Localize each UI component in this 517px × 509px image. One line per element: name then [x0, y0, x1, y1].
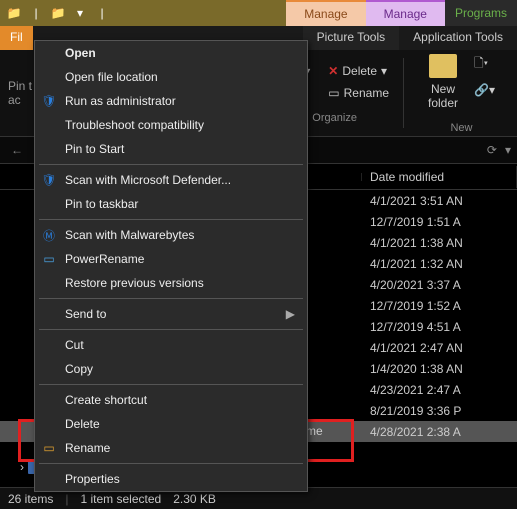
- quick-access-toolbar: 📁 | 📁 ▾ |: [0, 3, 116, 23]
- selection-size: 2.30 KB: [173, 492, 216, 506]
- new-group: New folder 🗋▾ 🔗▾ New: [414, 48, 509, 138]
- window-title: Programs: [445, 0, 517, 26]
- qat-separator: |: [92, 3, 112, 23]
- menu-separator: [39, 219, 303, 220]
- new-folder-button[interactable]: New folder: [424, 52, 462, 112]
- rename-button[interactable]: ▭Rename: [324, 84, 393, 102]
- menu-scan-defender[interactable]: 🛡Scan with Microsoft Defender...: [35, 168, 307, 192]
- application-tools-tab[interactable]: Application Tools: [399, 26, 517, 50]
- menu-rename[interactable]: ▭Rename: [35, 436, 307, 460]
- menu-create-shortcut[interactable]: Create shortcut: [35, 388, 307, 412]
- menu-run-as-admin[interactable]: 🛡Run as administrator: [35, 89, 307, 113]
- defender-icon: 🛡: [41, 172, 57, 188]
- chevron-right-icon: ›: [20, 460, 24, 474]
- menu-open[interactable]: Open: [35, 41, 307, 65]
- file-menu[interactable]: Fil: [0, 26, 33, 50]
- menu-separator: [39, 298, 303, 299]
- menu-separator: [39, 164, 303, 165]
- menu-pin-taskbar[interactable]: Pin to taskbar: [35, 192, 307, 216]
- qat-dropdown[interactable]: ▾: [70, 3, 90, 23]
- menu-open-file-location[interactable]: Open file location: [35, 65, 307, 89]
- delete-button[interactable]: ✕Delete ▾: [324, 62, 393, 80]
- menu-copy[interactable]: Copy: [35, 357, 307, 381]
- folder-icon[interactable]: 📁: [48, 3, 68, 23]
- new-item-button[interactable]: 🗋▾: [470, 52, 499, 77]
- folder-icon[interactable]: 📁: [4, 3, 24, 23]
- delete-icon: ✕: [328, 64, 338, 78]
- rename-icon: ▭: [328, 86, 339, 100]
- pin-quick-access[interactable]: Pin t ac: [8, 79, 36, 107]
- menu-powerrename[interactable]: ▭PowerRename: [35, 247, 307, 271]
- menu-scan-malwarebytes[interactable]: ⓂScan with Malwarebytes: [35, 223, 307, 247]
- contextual-tab-manage[interactable]: Manage: [286, 0, 365, 26]
- menu-cut[interactable]: Cut: [35, 333, 307, 357]
- menu-restore-versions[interactable]: Restore previous versions: [35, 271, 307, 295]
- qat-separator: |: [26, 3, 46, 23]
- refresh-button[interactable]: ⟳: [487, 143, 497, 157]
- menu-send-to[interactable]: Send to▶: [35, 302, 307, 326]
- group-label: New: [450, 122, 472, 134]
- menu-pin-start[interactable]: Pin to Start: [35, 137, 307, 161]
- column-header-date[interactable]: Date modified: [362, 166, 517, 188]
- menu-separator: [39, 384, 303, 385]
- picture-tools-tab[interactable]: Picture Tools: [303, 26, 399, 50]
- menu-separator: [39, 463, 303, 464]
- menu-delete[interactable]: Delete: [35, 412, 307, 436]
- menu-properties[interactable]: Properties: [35, 467, 307, 491]
- item-count: 26 items: [8, 492, 53, 506]
- contextual-tab-manage[interactable]: Manage: [366, 0, 445, 26]
- easy-access-button[interactable]: 🔗▾: [470, 81, 499, 99]
- rename-icon: ▭: [41, 440, 57, 456]
- new-folder-icon: [429, 54, 457, 78]
- shield-icon: 🛡: [41, 93, 57, 109]
- submenu-arrow-icon: ▶: [286, 307, 295, 321]
- powerrename-icon: ▭: [41, 251, 57, 267]
- menu-troubleshoot[interactable]: Troubleshoot compatibility: [35, 113, 307, 137]
- dropdown-icon[interactable]: ▾: [505, 143, 511, 157]
- context-menu: Open Open file location 🛡Run as administ…: [34, 40, 308, 492]
- title-bar: 📁 | 📁 ▾ | Manage Manage Programs: [0, 0, 517, 26]
- back-button[interactable]: ←: [6, 139, 28, 161]
- malwarebytes-icon: Ⓜ: [41, 227, 57, 243]
- selection-count: 1 item selected: [80, 492, 161, 506]
- menu-separator: [39, 329, 303, 330]
- group-label: Organize: [312, 112, 357, 124]
